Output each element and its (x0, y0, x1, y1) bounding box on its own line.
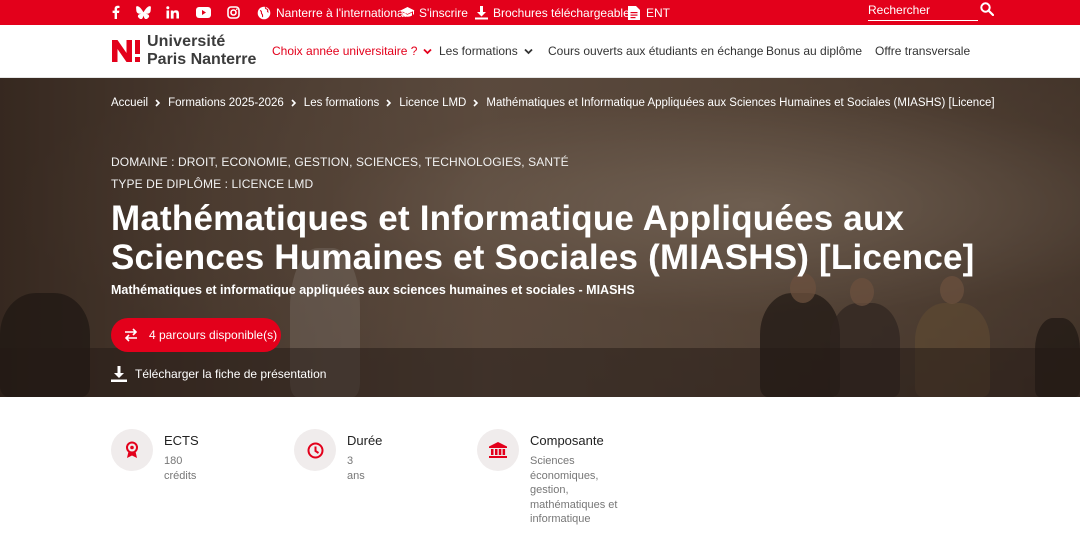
nav-item-cours-ouverts[interactable]: Cours ouverts aux étudiants en échange (548, 25, 763, 77)
document-icon (626, 5, 642, 21)
nav-item-label: Bonus au diplôme (766, 44, 863, 58)
globe-icon (256, 5, 272, 21)
university-logo[interactable]: Université Paris Nanterre (111, 33, 261, 71)
download-icon (473, 5, 489, 21)
graduation-cap-icon (399, 5, 415, 21)
chevron-right-icon (473, 99, 479, 107)
institution-icon (477, 429, 519, 471)
diploma-type-label: TYPE DE DIPLÔME : LICENCE LMD (111, 177, 314, 191)
nav-item-label: Les formations (439, 44, 518, 58)
clock-icon (294, 429, 336, 471)
inscrire-label: S'inscrire (419, 5, 468, 20)
parcours-button[interactable]: 4 parcours disponible(s) (111, 318, 281, 352)
download-icon (111, 366, 127, 382)
search-input[interactable]: Rechercher (868, 2, 978, 21)
breadcrumb-item[interactable]: Les formations (304, 97, 379, 109)
hero-banner: Accueil Formations 2025-2026 Les formati… (0, 78, 1080, 397)
domaine-label: DOMAINE : DROIT, ECONOMIE, GESTION, SCIE… (111, 155, 569, 169)
breadcrumb-current: Mathématiques et Informatique Appliquées… (486, 97, 995, 109)
breadcrumb-item[interactable]: Licence LMD (399, 97, 466, 109)
nav-item-bonus[interactable]: Bonus au diplôme (766, 25, 862, 77)
ent-label: ENT (646, 5, 670, 20)
search-icon[interactable] (980, 2, 996, 18)
bluesky-icon[interactable] (134, 3, 152, 21)
ent-link[interactable]: ENT (626, 0, 670, 25)
ects-value: 180 crédits (164, 455, 197, 482)
duree-value: 3 ans (347, 455, 365, 482)
youtube-icon[interactable] (194, 3, 212, 21)
breadcrumb: Accueil Formations 2025-2026 Les formati… (111, 95, 995, 111)
linkedin-icon[interactable] (163, 3, 181, 21)
nav-item-offre-transversale[interactable]: Offre transversale (875, 25, 970, 77)
inscrire-link[interactable]: S'inscrire (399, 0, 468, 25)
award-icon (111, 429, 153, 471)
page-title: Mathématiques et Informatique Appliquées… (111, 199, 975, 277)
nanterre-logo-mark (112, 40, 140, 62)
composante-value: Sciences économiques, gestion, mathémati… (530, 455, 618, 525)
main-navigation: Université Paris Nanterre Choix année un… (0, 25, 1080, 78)
nav-item-label: Offre transversale (875, 44, 971, 58)
international-link[interactable]: Nanterre à l'international (256, 0, 406, 25)
nav-item-formations[interactable]: Les formations (439, 25, 533, 77)
composante-label: Composante (530, 433, 604, 448)
page-subtitle: Mathématiques et informatique appliquées… (111, 283, 635, 297)
download-label: Télécharger la fiche de présentation (135, 367, 327, 381)
chevron-right-icon (155, 99, 161, 107)
chevron-right-icon (386, 99, 392, 107)
ects-label: ECTS (164, 433, 199, 448)
breadcrumb-item[interactable]: Accueil (111, 97, 148, 109)
brochures-label: Brochures téléchargeables (493, 5, 636, 20)
chevron-down-icon (423, 48, 433, 54)
brochures-link[interactable]: Brochures téléchargeables (473, 0, 636, 25)
download-presentation-link[interactable]: Télécharger la fiche de présentation (111, 366, 326, 382)
logo-line-2: Paris Nanterre (147, 51, 257, 68)
international-label: Nanterre à l'international (276, 5, 407, 20)
duree-label: Durée (347, 433, 383, 448)
logo-line-1: Université (147, 33, 226, 50)
chevron-right-icon (291, 99, 296, 107)
nav-item-choix-annee[interactable]: Choix année universitaire ? (272, 25, 433, 77)
nav-item-label: Cours ouverts aux étudiants en échange (548, 44, 764, 58)
chevron-down-icon (524, 48, 533, 54)
facebook-icon[interactable] (106, 3, 124, 21)
instagram-icon[interactable] (224, 3, 242, 21)
nav-item-label: Choix année universitaire ? (272, 44, 418, 58)
top-utility-bar: Nanterre à l'international S'inscrire Br… (0, 0, 1080, 25)
breadcrumb-item[interactable]: Formations 2025-2026 (168, 97, 284, 109)
swap-arrows-icon (124, 328, 138, 342)
parcours-button-label: 4 parcours disponible(s) (149, 328, 278, 342)
